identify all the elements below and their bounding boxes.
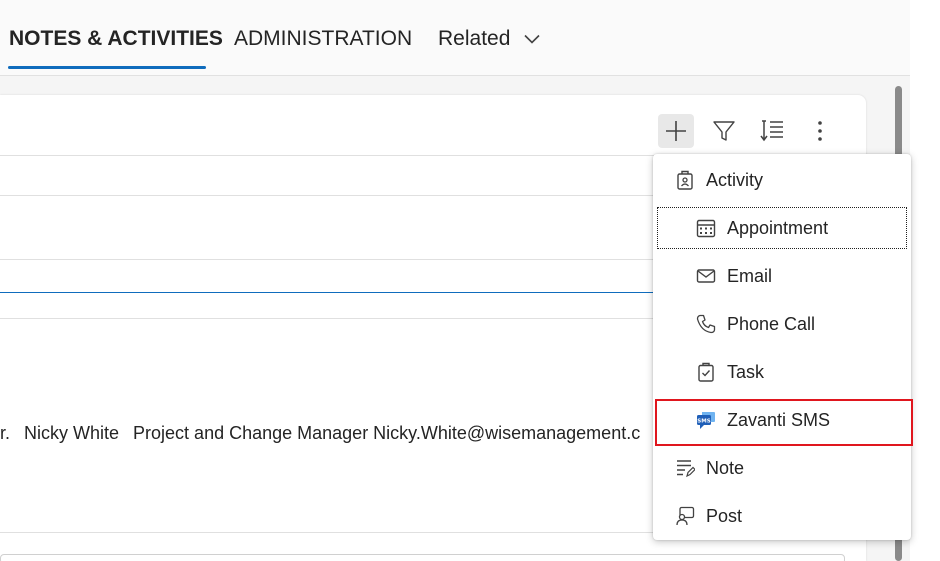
note-icon <box>674 457 696 479</box>
menu-item-label: Note <box>706 457 745 478</box>
tab-administration[interactable]: ADMINISTRATION <box>234 26 412 52</box>
menu-item-label: Email <box>727 265 773 286</box>
menu-item-appointment[interactable]: Appointment <box>653 204 911 252</box>
filter-button[interactable] <box>706 114 742 148</box>
chevron-down-icon <box>524 35 540 45</box>
more-options-button[interactable] <box>802 114 838 148</box>
menu-item-activity[interactable]: Activity <box>653 156 911 204</box>
sort-button[interactable] <box>754 114 790 148</box>
post-icon <box>674 505 696 527</box>
menu-item-post[interactable]: Post <box>653 492 911 540</box>
mail-icon <box>695 265 717 287</box>
menu-item-label: Task <box>727 361 765 382</box>
phone-icon <box>695 313 717 335</box>
timeline-search-input[interactable] <box>0 260 660 293</box>
filter-icon <box>713 121 735 141</box>
contact-details: Project and Change Manager Nicky.White@w… <box>133 423 641 443</box>
svg-text:SMS: SMS <box>697 419 710 425</box>
tab-related[interactable]: Related <box>438 26 540 52</box>
active-tab-indicator <box>8 66 206 69</box>
menu-item-label: Phone Call <box>727 313 816 334</box>
divider <box>0 155 654 156</box>
calendar-icon <box>695 217 717 239</box>
page: NOTES & ACTIVITIES ADMINISTRATION Relate… <box>0 0 940 561</box>
activity-prefix: r. <box>0 423 11 443</box>
plus-icon <box>666 121 686 141</box>
add-activity-button[interactable] <box>658 114 694 148</box>
tab-bar: NOTES & ACTIVITIES ADMINISTRATION Relate… <box>0 0 910 76</box>
contact-name[interactable]: Nicky White <box>24 423 119 443</box>
task-clipboard-icon <box>695 361 717 383</box>
menu-item-label: Post <box>706 505 743 526</box>
tab-notes-activities[interactable]: NOTES & ACTIVITIES <box>9 26 223 52</box>
menu-item-zavanti-sms[interactable]: SMS Zavanti SMS <box>653 396 911 444</box>
menu-item-label: Appointment <box>727 217 829 238</box>
add-activity-menu: Activity Appointment Email Phone Call Ta… <box>653 154 911 540</box>
menu-item-note[interactable]: Note <box>653 444 911 492</box>
menu-item-email[interactable]: Email <box>653 252 911 300</box>
tab-related-label: Related <box>438 27 511 50</box>
next-activity-card <box>0 554 845 561</box>
right-gutter <box>910 0 940 561</box>
sort-icon <box>760 120 783 142</box>
divider <box>0 318 654 319</box>
activity-record-text: r. Nicky White Project and Change Manager … <box>0 422 654 444</box>
menu-item-task[interactable]: Task <box>653 348 911 396</box>
menu-item-phone-call[interactable]: Phone Call <box>653 300 911 348</box>
activity-icon <box>674 169 696 191</box>
sms-icon: SMS <box>695 409 717 431</box>
more-vertical-icon <box>818 121 822 141</box>
menu-item-label: Activity <box>706 169 764 190</box>
menu-item-label: Zavanti SMS <box>727 409 831 430</box>
divider <box>0 195 654 196</box>
